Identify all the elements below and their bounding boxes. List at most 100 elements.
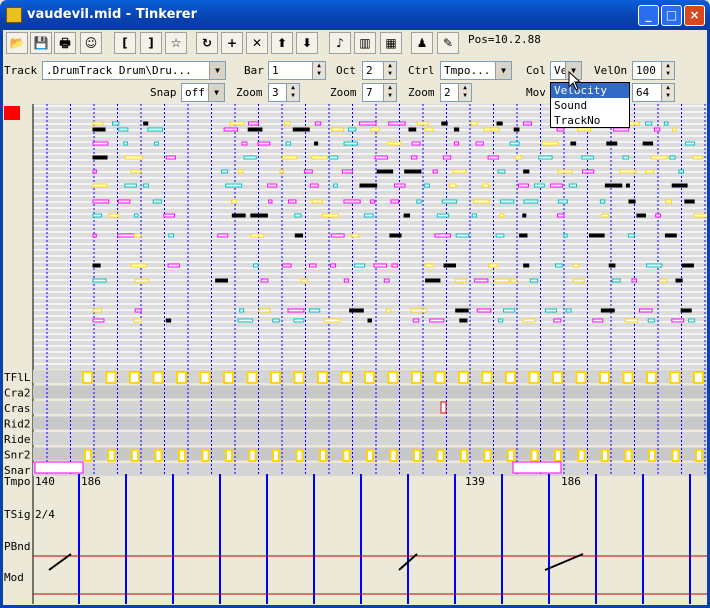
drum-row-label: Cras (4, 402, 31, 415)
ctrl-select[interactable]: Tmpo... ▼ (440, 61, 512, 80)
zoom-spinner[interactable]: 3 ▲ ▼ (268, 83, 300, 102)
note (688, 318, 696, 323)
note (473, 199, 490, 204)
note (604, 183, 623, 188)
note (455, 308, 469, 313)
oct-spinner[interactable]: 2 ▲ ▼ (362, 61, 397, 80)
chevron-down-icon[interactable]: ▼ (495, 62, 511, 79)
note (285, 141, 292, 146)
add-icon[interactable]: + (221, 32, 243, 54)
spin-arrows-icon[interactable]: ▲ ▼ (312, 62, 325, 79)
note (92, 308, 103, 313)
note (92, 127, 106, 132)
note (449, 183, 457, 188)
spin-arrows-icon[interactable]: ▲ ▼ (458, 84, 471, 101)
note (404, 169, 422, 174)
zoom-spinner[interactable]: 2 ▲ ▼ (440, 83, 472, 102)
close-button[interactable]: × (684, 5, 705, 26)
col-dropdown-list[interactable]: Velocity Sound TrackNo (550, 82, 630, 128)
note (118, 127, 129, 132)
spin-arrows-icon[interactable]: ▲ ▼ (661, 62, 674, 79)
spin-arrows-icon[interactable]: ▲ ▼ (661, 84, 674, 101)
track-select[interactable]: .DrumTrack Drum\Dru... ▼ (42, 61, 226, 80)
note (215, 278, 229, 283)
velon-spinner[interactable]: 100 ▲ ▼ (632, 61, 675, 80)
note (645, 121, 653, 126)
arrow-up-icon[interactable]: ⬆ (271, 32, 293, 54)
note (434, 233, 451, 238)
note (613, 127, 630, 132)
note (645, 169, 654, 174)
edit-icon[interactable]: ✎ (437, 32, 459, 54)
drum-hit (648, 449, 656, 462)
chevron-down-icon[interactable]: ▼ (209, 62, 225, 79)
dropdown-option-sound[interactable]: Sound (551, 98, 629, 113)
bars-icon[interactable]: ▥ (354, 32, 376, 54)
bracket-close-button[interactable]: ] (140, 32, 162, 54)
velon-label: VelOn (594, 64, 628, 77)
note (258, 308, 271, 313)
note (92, 155, 108, 160)
note (523, 199, 539, 204)
note (671, 183, 688, 188)
note (367, 318, 372, 323)
drum-hit (84, 449, 92, 462)
loop-icon[interactable]: ↻ (196, 32, 218, 54)
maximize-button[interactable]: □ (661, 5, 682, 26)
drum-hit (434, 371, 446, 384)
note (515, 155, 522, 160)
note-icon[interactable]: ♪ (329, 32, 351, 54)
note (410, 155, 418, 160)
note (92, 121, 104, 126)
ctrl-row-label: TSig (4, 508, 31, 521)
note (223, 127, 239, 132)
note (165, 318, 172, 323)
snap-select[interactable]: off ▼ (181, 83, 225, 102)
save-icon[interactable]: 💾 (30, 32, 52, 54)
drum-hit (411, 371, 422, 384)
drum-hit (105, 371, 117, 384)
smiley-icon[interactable]: ☺ (80, 32, 102, 54)
bracket-open-button[interactable]: [ (114, 32, 136, 54)
note (581, 155, 594, 160)
note (452, 169, 467, 174)
note (333, 183, 338, 188)
spin-arrows-icon[interactable]: ▲ ▼ (383, 62, 396, 79)
snap-label: Snap (150, 86, 177, 99)
minimize-button[interactable]: _ (638, 5, 659, 26)
delete-icon[interactable]: ✕ (246, 32, 268, 54)
open-icon[interactable]: 📂 (6, 32, 28, 54)
print-icon[interactable]: 🖶 (54, 32, 76, 54)
note (282, 263, 292, 268)
mov-spinner[interactable]: 64 ▲ ▼ (632, 83, 675, 102)
note (163, 213, 176, 218)
note (556, 213, 565, 218)
note (522, 318, 536, 323)
dropdown-option-trackno[interactable]: TrackNo (551, 113, 629, 128)
note (488, 263, 498, 268)
note (321, 213, 339, 218)
dropdown-option-velocity[interactable]: Velocity (551, 83, 629, 98)
drum-hit (364, 371, 375, 384)
measures-icon[interactable]: ▦ (380, 32, 402, 54)
position-readout: Pos=10.2.88 (468, 33, 541, 46)
marker-icon (4, 106, 20, 120)
note (370, 199, 376, 204)
note (370, 127, 380, 132)
arrow-down-icon[interactable]: ⬇ (296, 32, 318, 54)
spin-arrows-icon[interactable]: ▲ ▼ (383, 84, 396, 101)
note (134, 278, 149, 283)
note (557, 199, 568, 204)
star-button[interactable]: ☆ (165, 32, 187, 54)
spin-arrows-icon[interactable]: ▲ ▼ (286, 84, 299, 101)
note (483, 127, 500, 132)
piano-roll-editor[interactable]: TFlLCra2CrasRid2RideSnr2SnarTmpoTSigPBnd… (3, 104, 707, 604)
note (237, 318, 254, 323)
chevron-down-icon[interactable]: ▼ (208, 84, 224, 101)
note (92, 233, 97, 238)
player-icon[interactable]: ♟ (411, 32, 433, 54)
note (669, 155, 676, 160)
zoom-spinner[interactable]: 7 ▲ ▼ (362, 83, 397, 102)
note (425, 263, 434, 268)
bar-spinner[interactable]: 1 ▲ ▼ (268, 61, 326, 80)
